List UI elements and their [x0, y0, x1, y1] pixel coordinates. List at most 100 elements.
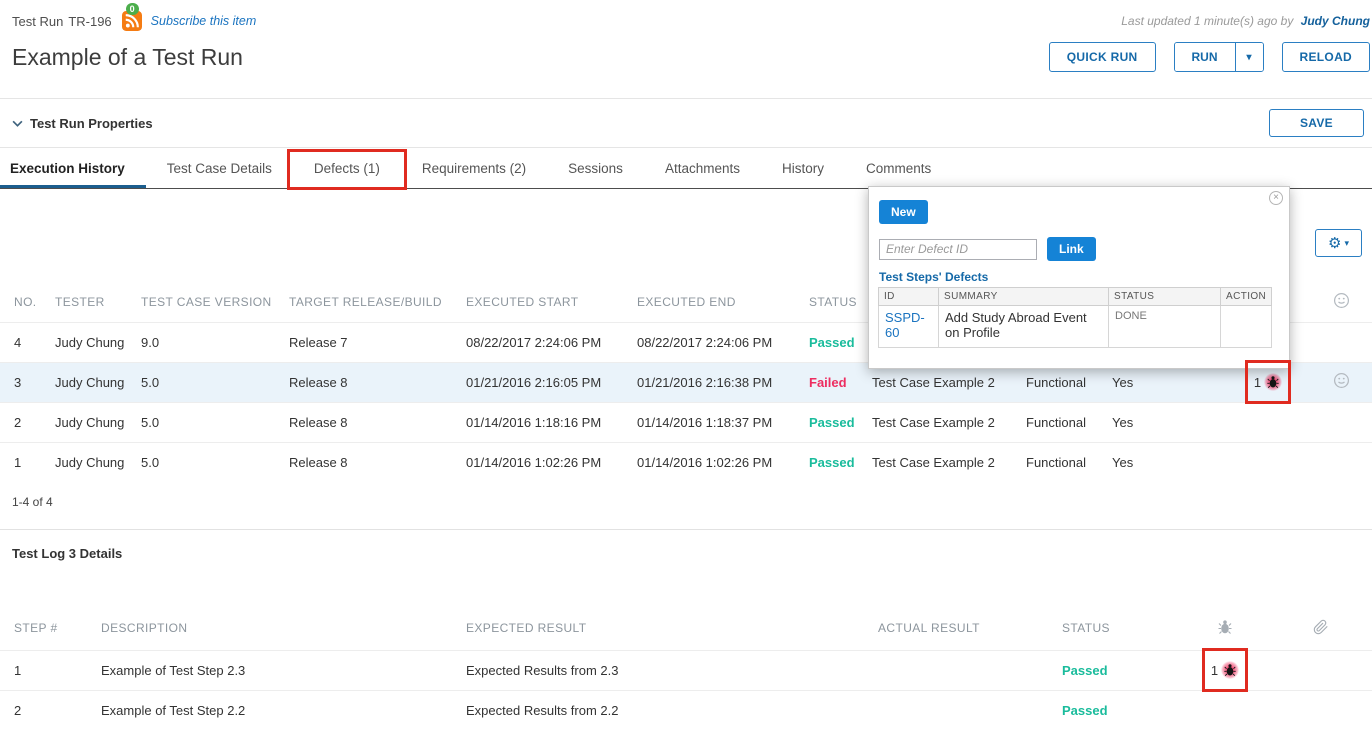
- cell-description: Example of Test Step 2.2: [87, 690, 452, 730]
- cell-end: 01/14/2016 1:02:26 PM: [623, 442, 795, 482]
- smiley-icon: [1333, 292, 1350, 309]
- test-step-row[interactable]: 2 Example of Test Step 2.2 Expected Resu…: [0, 690, 1372, 730]
- col-header-defect-action: ACTION: [1221, 288, 1272, 306]
- defect-count-link[interactable]: 1: [1254, 373, 1282, 391]
- run-dropdown-button[interactable]: ▾: [1235, 43, 1263, 71]
- execution-row[interactable]: 1 Judy Chung 5.0 Release 8 01/14/2016 1:…: [0, 442, 1372, 482]
- cell-end: 08/22/2017 2:24:06 PM: [623, 322, 795, 362]
- page-header: Test Run TR-196 0 Subscribe this item La…: [0, 0, 1372, 98]
- last-updated-user-link[interactable]: Judy Chung: [1301, 14, 1370, 28]
- col-header-step-defects: [1180, 607, 1270, 650]
- tab-history[interactable]: History: [761, 148, 845, 188]
- tab-sessions[interactable]: Sessions: [547, 148, 644, 188]
- tab-test-case-details[interactable]: Test Case Details: [146, 148, 293, 188]
- quick-run-button[interactable]: QUICK RUN: [1049, 42, 1156, 72]
- cell-tester: Judy Chung: [41, 322, 127, 362]
- cell-reusable: Yes: [1098, 402, 1226, 442]
- cell-defect-summary: Add Study Abroad Event on Profile: [939, 306, 1109, 348]
- cell-end: 01/14/2016 1:18:37 PM: [623, 402, 795, 442]
- cell-comments: [1310, 322, 1372, 362]
- properties-section-toggle[interactable]: Test Run Properties: [12, 116, 153, 131]
- cell-description: Example of Test Step 2.3: [87, 650, 452, 690]
- cell-step-status: Passed: [1048, 690, 1180, 730]
- cell-step-defect-count: 1: [1180, 650, 1270, 690]
- defect-id-input[interactable]: [879, 239, 1037, 260]
- subscribe-link[interactable]: Subscribe this item: [151, 14, 257, 28]
- col-header-end: EXECUTED END: [623, 282, 795, 322]
- cell-release: Release 8: [275, 362, 452, 402]
- page-title: Example of a Test Run: [12, 44, 243, 71]
- popup-defects-table: ID SUMMARY STATUS ACTION SSPD-60 Add Stu…: [878, 287, 1272, 348]
- tab-attachments[interactable]: Attachments: [644, 148, 761, 188]
- bug-icon: [1264, 373, 1282, 391]
- last-updated-text: Last updated 1 minute(s) ago by Judy Chu…: [1121, 14, 1370, 28]
- tab-label: Test Case Details: [167, 161, 272, 176]
- cell-defect-status: DONE: [1109, 306, 1221, 348]
- new-defect-button[interactable]: New: [879, 200, 928, 224]
- gear-icon: ⚙: [1328, 236, 1341, 251]
- cell-no: 4: [0, 322, 41, 362]
- bug-icon: [1217, 619, 1233, 635]
- tab-execution-history[interactable]: Execution History: [0, 148, 146, 188]
- properties-bar: Test Run Properties SAVE: [0, 98, 1372, 148]
- col-header-defect-status: STATUS: [1109, 288, 1221, 306]
- cell-comments: [1310, 362, 1372, 402]
- cell-tester: Judy Chung: [41, 362, 127, 402]
- col-header-tester: TESTER: [41, 282, 127, 322]
- tab-bar: Execution History Test Case Details Defe…: [0, 148, 1372, 189]
- link-defect-button[interactable]: Link: [1047, 237, 1096, 261]
- defect-id-link[interactable]: SSPD-60: [885, 310, 925, 340]
- cell-release: Release 8: [275, 442, 452, 482]
- table-settings-button[interactable]: ⚙ ▾: [1315, 229, 1362, 257]
- popup-table-title: Test Steps' Defects: [879, 270, 1289, 284]
- cell-tester: Judy Chung: [41, 402, 127, 442]
- pagination-label: 1-4 of 4: [0, 482, 1372, 522]
- bug-icon: [1221, 661, 1239, 679]
- cell-comments: [1310, 402, 1372, 442]
- tab-requirements[interactable]: Requirements (2): [401, 148, 547, 188]
- item-type-label: Test Run: [12, 14, 63, 29]
- smiley-icon[interactable]: [1333, 372, 1350, 389]
- rss-feed-icon[interactable]: 0: [122, 11, 142, 31]
- cell-release: Release 8: [275, 402, 452, 442]
- cell-start: 01/14/2016 1:02:26 PM: [452, 442, 623, 482]
- tab-label: Requirements (2): [422, 161, 526, 176]
- cell-step-attachments: [1270, 690, 1372, 730]
- cell-actual: [864, 690, 1048, 730]
- defect-row: SSPD-60 Add Study Abroad Event on Profil…: [879, 306, 1272, 348]
- tab-label: History: [782, 161, 824, 176]
- properties-section-title: Test Run Properties: [30, 116, 153, 131]
- caret-down-icon: ▾: [1247, 52, 1252, 63]
- test-log-header-row: STEP # DESCRIPTION EXPECTED RESULT ACTUA…: [0, 607, 1372, 650]
- defect-count-link[interactable]: 1: [1211, 661, 1239, 679]
- cell-no: 1: [0, 442, 41, 482]
- test-run-page: Test Run TR-196 0 Subscribe this item La…: [0, 0, 1372, 742]
- reload-button[interactable]: RELOAD: [1282, 42, 1370, 72]
- col-header-actual: ACTUAL RESULT: [864, 607, 1048, 650]
- run-button[interactable]: RUN: [1175, 43, 1235, 71]
- cell-defect-count: [1226, 442, 1310, 482]
- cell-comments: [1310, 442, 1372, 482]
- cell-test-case: Test Case Example 2: [858, 402, 1012, 442]
- cell-version: 9.0: [127, 322, 275, 362]
- tab-comments[interactable]: Comments: [845, 148, 952, 188]
- tab-defects[interactable]: Defects (1): [293, 148, 401, 188]
- close-icon[interactable]: ×: [1269, 191, 1283, 205]
- save-button[interactable]: SAVE: [1269, 109, 1364, 137]
- tab-label: Defects (1): [314, 161, 380, 176]
- cell-start: 08/22/2017 2:24:06 PM: [452, 322, 623, 362]
- col-header-step: STEP #: [0, 607, 87, 650]
- cell-no: 3: [0, 362, 41, 402]
- popup-header-row: ID SUMMARY STATUS ACTION: [879, 288, 1272, 306]
- cell-defect-action: [1221, 306, 1272, 348]
- defect-count-value: 1: [1211, 663, 1218, 678]
- cell-expected: Expected Results from 2.2: [452, 690, 864, 730]
- col-header-attachments: [1270, 607, 1372, 650]
- test-log-title: Test Log 3 Details: [0, 530, 1372, 561]
- cell-release: Release 7: [275, 322, 452, 362]
- col-header-description: DESCRIPTION: [87, 607, 452, 650]
- execution-row[interactable]: 2 Judy Chung 5.0 Release 8 01/14/2016 1:…: [0, 402, 1372, 442]
- chevron-down-icon: [12, 120, 23, 127]
- cell-category: Functional: [1012, 442, 1098, 482]
- test-step-row[interactable]: 1 Example of Test Step 2.3 Expected Resu…: [0, 650, 1372, 690]
